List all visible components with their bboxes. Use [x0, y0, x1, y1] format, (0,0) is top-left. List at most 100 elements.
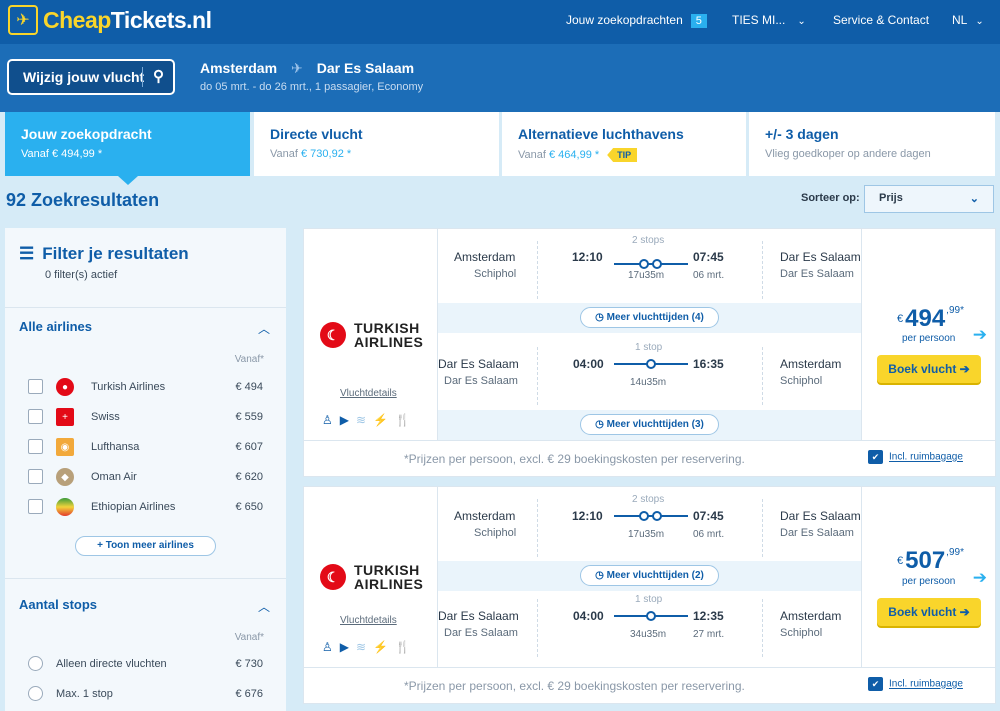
checkbox[interactable]: [28, 409, 43, 424]
arrival-time: 07:45: [693, 509, 724, 523]
checkbox[interactable]: [28, 499, 43, 514]
tab-alternative-airports[interactable]: Alternatieve luchthavens Vanaf € 464,99 …: [502, 112, 746, 176]
stops-filter-row[interactable]: Max. 1 stop € 676: [5, 685, 286, 711]
nav-language[interactable]: NL ⌄: [952, 13, 984, 27]
tab-price: € 464,99 *: [549, 149, 600, 161]
show-more-airlines-button[interactable]: + Toon meer airlines: [75, 536, 216, 556]
arrow-right-icon[interactable]: ➔: [973, 568, 987, 588]
arrival-airport: Schiphol: [780, 375, 823, 387]
divider: [762, 347, 763, 405]
lufthansa-logo-icon: ◉: [56, 438, 74, 456]
more-flight-times-button[interactable]: ◷ Meer vluchttijden (4): [580, 307, 719, 328]
stops-option-price: € 730: [235, 658, 263, 670]
radio-button[interactable]: [28, 686, 43, 701]
flight-duration: 14u35m: [630, 377, 667, 388]
wifi-icon: ≋: [356, 413, 374, 427]
outbound-leg[interactable]: Amsterdam Schiphol 12:10 2 stops 17u35m …: [438, 235, 861, 305]
airline-filter-row[interactable]: ◆ Oman Air € 620: [5, 468, 286, 498]
checkbox[interactable]: [28, 469, 43, 484]
baggage-link[interactable]: ✔ Incl. ruimbagage: [868, 450, 963, 464]
logo[interactable]: ✈ CheapTickets.nl: [8, 5, 212, 35]
edit-flight-label: Wijzig jouw vlucht: [23, 69, 145, 85]
chevron-up-icon[interactable]: ︿: [258, 320, 270, 337]
search-icon: ⚲: [153, 68, 164, 85]
destination-city: Dar Es Salaam: [316, 60, 415, 76]
per-person-label: per persoon: [902, 576, 956, 587]
tab-your-search[interactable]: Jouw zoekopdracht Vanaf € 494,99 *: [5, 112, 250, 176]
book-flight-button[interactable]: Boek vlucht ➔: [877, 598, 981, 626]
arrow-right-icon[interactable]: ➔: [973, 325, 987, 345]
arrival-date: 06 mrt.: [693, 270, 725, 281]
airline-price: € 607: [235, 441, 263, 453]
price-column: €507,99* per persoon ➔ Boek vlucht ➔: [861, 487, 997, 667]
airline-name-line2: AIRLINES: [354, 334, 424, 350]
wifi-icon: ≋: [356, 640, 374, 654]
stops-count: 2 stops: [632, 235, 665, 246]
more-flight-times-button[interactable]: ◷ Meer vluchttijden (3): [580, 414, 719, 435]
airline-filter-row[interactable]: ◉ Lufthansa € 607: [5, 438, 286, 468]
stop-dot: [652, 259, 662, 269]
turkish-airlines-logo: ☾ TURKISH AIRLINES: [320, 563, 423, 591]
chevron-up-icon[interactable]: ︿: [258, 598, 270, 615]
divider: [762, 599, 763, 657]
price-cents: ,99*: [946, 305, 964, 316]
book-flight-button[interactable]: Boek vlucht ➔: [877, 355, 981, 383]
departure-time: 04:00: [573, 357, 604, 371]
seat-icon: ♙: [322, 413, 340, 427]
divider: [537, 241, 538, 299]
airlines-section-title[interactable]: Alle airlines: [19, 319, 92, 334]
airline-filter-row[interactable]: + Swiss € 559: [5, 408, 286, 438]
turkish-airlines-logo-icon: ☾: [320, 564, 346, 590]
checkbox[interactable]: [28, 379, 43, 394]
tab-flexible-dates[interactable]: +/- 3 dagen Vlieg goedkoper op andere da…: [749, 112, 995, 176]
price-footnote: *Prijzen per persoon, excl. € 29 boeking…: [404, 452, 745, 466]
nav-searches[interactable]: Jouw zoekopdrachten 5: [566, 13, 707, 28]
divider: [142, 67, 143, 87]
baggage-link[interactable]: ✔ Incl. ruimbagage: [868, 677, 963, 691]
airline-filter-row[interactable]: Ethiopian Airlines € 650: [5, 498, 286, 528]
return-leg[interactable]: Dar Es Salaam Dar Es Salaam 04:00 1 stop…: [438, 593, 861, 663]
outbound-leg[interactable]: Amsterdam Schiphol 12:10 2 stops 17u35m …: [438, 493, 861, 563]
edit-flight-button[interactable]: Wijzig jouw vlucht ⚲: [7, 59, 175, 95]
flight-details-link[interactable]: Vluchtdetails: [340, 388, 397, 399]
arrival-time: 16:35: [693, 357, 724, 371]
airline-column: ☾ TURKISH AIRLINES Vluchtdetails ♙▶≋⚡🍴: [304, 229, 438, 440]
tab-subtitle: Vlieg goedkoper op andere dagen: [765, 148, 931, 160]
radio-button[interactable]: [28, 656, 43, 671]
airline-filter-row[interactable]: ● Turkish Airlines € 494: [5, 378, 286, 408]
arrival-date: 27 mrt.: [693, 629, 725, 640]
amenities-icons: ♙▶≋⚡🍴: [322, 640, 417, 654]
price-footnote: *Prijzen per persoon, excl. € 29 boeking…: [404, 679, 745, 693]
airline-name: Swiss: [91, 411, 120, 423]
more-flight-times-button[interactable]: ◷ Meer vluchttijden (2): [580, 565, 719, 586]
arrival-date: 06 mrt.: [693, 529, 725, 540]
departure-city: Dar Es Salaam: [438, 357, 519, 371]
per-person-label: per persoon: [902, 333, 956, 344]
nav-user-menu[interactable]: TIES MI... ⌄: [732, 13, 806, 27]
divider: [5, 578, 286, 579]
flight-duration: 17u35m: [628, 270, 665, 281]
turkish-airlines-logo-icon: ●: [56, 378, 74, 396]
flight-details-link[interactable]: Vluchtdetails: [340, 615, 397, 626]
sort-value: Prijs: [879, 192, 903, 204]
arrival-city: Dar Es Salaam: [780, 250, 861, 264]
active-tab-indicator: [118, 176, 138, 185]
stops-section-title[interactable]: Aantal stops: [19, 597, 97, 612]
tab-direct-flight[interactable]: Directe vlucht Vanaf € 730,92 *: [254, 112, 499, 176]
vanaf-label: Vanaf*: [234, 354, 264, 365]
airline-name: Turkish Airlines: [91, 381, 166, 393]
return-leg[interactable]: Dar Es Salaam Dar Es Salaam 04:00 1 stop…: [438, 341, 861, 411]
sort-select[interactable]: Prijs ⌄: [864, 185, 994, 213]
tab-subtitle: Vanaf € 730,92 *: [270, 148, 499, 160]
stops-filter-row[interactable]: Alleen directe vluchten € 730: [5, 655, 286, 685]
departure-airport: Dar Es Salaam: [444, 375, 518, 387]
nav-service-contact[interactable]: Service & Contact: [833, 13, 929, 27]
stop-dot: [646, 359, 656, 369]
stops-count: 1 stop: [635, 594, 663, 605]
price: €507,99*: [897, 547, 964, 575]
entertainment-icon: ▶: [339, 640, 356, 654]
logo-text-cheap: Cheap: [43, 6, 111, 33]
checkbox[interactable]: [28, 439, 43, 454]
departure-time: 12:10: [572, 250, 603, 264]
tab-subtitle-prefix: Vanaf: [270, 148, 298, 160]
